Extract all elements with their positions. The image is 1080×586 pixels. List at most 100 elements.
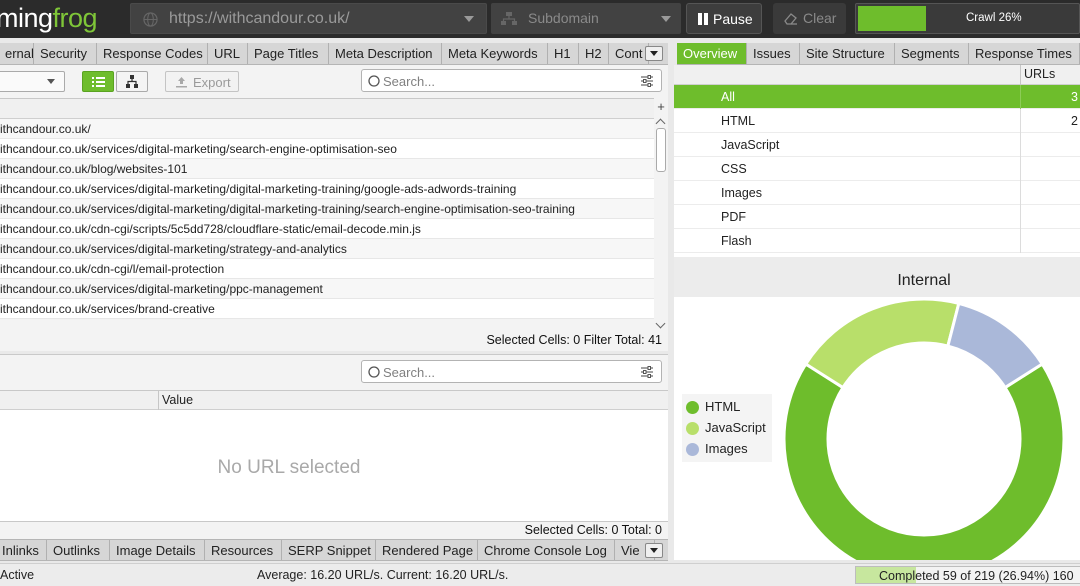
overview-table: URLs All 3 HTML 2 JavaScript CSS Images PDF Flas… <box>674 65 1080 257</box>
overview-row-count: 2 <box>1071 114 1078 128</box>
details-status: Selected Cells: 0 Total: 0 <box>524 523 662 537</box>
details-search-box[interactable] <box>361 360 662 383</box>
table-row[interactable]: ithcandour.co.uk/services/digital-market… <box>0 139 654 159</box>
app-logo: mingfrog <box>0 3 98 33</box>
network-icon <box>501 12 517 25</box>
details-pane: Value No URL selected Selected Cells: 0 … <box>0 354 668 540</box>
column-divider[interactable] <box>1020 65 1021 85</box>
overview-row[interactable]: PDF <box>674 205 1080 229</box>
table-row[interactable]: ithcandour.co.uk/services/digital-market… <box>0 279 654 299</box>
pause-button[interactable]: Pause <box>686 3 762 34</box>
main-tab[interactable]: URL <box>208 43 248 64</box>
overview-row[interactable]: All 3 <box>674 85 1080 109</box>
tree-icon <box>126 75 138 88</box>
details-tab[interactable]: Rendered Page <box>376 540 478 560</box>
overview-row[interactable]: HTML 2 <box>674 109 1080 133</box>
table-row[interactable]: ithcandour.co.uk/services/brand-creative <box>0 299 654 319</box>
column-divider <box>1020 109 1021 133</box>
legend-label: HTML <box>705 399 741 414</box>
crawl-state-text: Active <box>0 568 35 582</box>
clear-button[interactable]: Clear <box>773 3 846 34</box>
chevron-down-icon[interactable] <box>464 16 474 22</box>
details-tab[interactable]: Chrome Console Log <box>478 540 615 560</box>
main-tab[interactable]: Page Titles <box>248 43 329 64</box>
column-divider <box>1020 133 1021 157</box>
clear-label: Clear <box>803 10 837 26</box>
crawl-progress-label: Crawl 26% <box>966 12 1022 24</box>
filter-dropdown[interactable] <box>0 71 65 92</box>
urls-column-header[interactable]: URLs <box>1024 67 1055 81</box>
side-tab[interactable]: Response Times <box>969 43 1080 64</box>
more-tabs-chevron-icon[interactable] <box>645 46 663 61</box>
overview-rows: All 3 HTML 2 JavaScript CSS Images PDF Flash <box>674 85 1080 253</box>
table-row[interactable]: ithcandour.co.uk/services/digital-market… <box>0 199 654 219</box>
table-row[interactable]: ithcandour.co.uk/services/digital-market… <box>0 179 654 199</box>
table-row[interactable]: ithcandour.co.uk/blog/websites-101 <box>0 159 654 179</box>
more-tabs-chevron-icon[interactable] <box>645 543 663 558</box>
url-combobox[interactable] <box>130 3 487 34</box>
tree-view-button[interactable] <box>116 71 148 92</box>
export-button[interactable]: Export <box>165 71 239 92</box>
main-tab[interactable]: Security <box>34 43 97 64</box>
eraser-icon <box>784 13 797 25</box>
table-row[interactable]: ithcandour.co.uk/cdn-cgi/scripts/5c5dd72… <box>0 219 654 239</box>
details-tab[interactable]: SERP Snippet <box>282 540 376 560</box>
vertical-scrollbar[interactable] <box>655 116 667 333</box>
donut-slice-javascript[interactable] <box>803 297 961 390</box>
overview-table-header: URLs <box>674 65 1080 85</box>
side-tab-strip: Overview Issues Site Structure Segments Resp… <box>677 43 1080 65</box>
overview-row[interactable]: CSS <box>674 157 1080 181</box>
filter-options-icon[interactable] <box>641 366 653 378</box>
completion-text: Completed 59 of 219 (26.94%) 160 <box>879 569 1074 583</box>
url-table-header[interactable] <box>0 99 654 119</box>
main-tab[interactable]: Response Codes <box>97 43 208 64</box>
side-tab[interactable]: Segments <box>895 43 969 64</box>
main-tab[interactable]: Cont <box>609 43 649 64</box>
side-tab[interactable]: Overview <box>677 43 747 64</box>
overview-row[interactable]: Flash <box>674 229 1080 253</box>
details-search-input[interactable] <box>383 364 623 380</box>
add-column-icon[interactable]: + <box>655 100 667 114</box>
scroll-up-icon[interactable] <box>655 118 666 129</box>
list-view-button[interactable] <box>82 71 114 92</box>
upload-icon <box>176 77 187 88</box>
empty-state-message: No URL selected <box>217 457 361 478</box>
overview-row[interactable]: Images <box>674 181 1080 205</box>
completion-progress: Completed 59 of 219 (26.94%) 160 <box>855 566 1080 584</box>
main-tab[interactable]: Meta Description <box>329 43 442 64</box>
column-divider <box>1020 229 1021 253</box>
details-tab[interactable]: Inlinks <box>0 540 47 560</box>
url-search-box[interactable] <box>361 69 662 92</box>
details-tab[interactable]: Resources <box>205 540 282 560</box>
overview-row[interactable]: JavaScript <box>674 133 1080 157</box>
table-row[interactable]: ithcandour.co.uk/services/digital-market… <box>0 239 654 259</box>
details-table-header[interactable]: Value <box>0 391 668 410</box>
scrollbar-thumb[interactable] <box>656 128 666 172</box>
main-tab[interactable]: H1 <box>548 43 579 64</box>
crawl-speed-text: Average: 16.20 URL/s. Current: 16.20 URL… <box>257 568 509 582</box>
column-divider <box>1020 157 1021 181</box>
details-tab[interactable]: Outlinks <box>47 540 110 560</box>
crawl-mode-dropdown[interactable]: Subdomain <box>491 3 681 34</box>
side-tab[interactable]: Site Structure <box>800 43 895 64</box>
url-search-input[interactable] <box>383 73 623 89</box>
search-icon <box>368 75 380 87</box>
value-column-header[interactable]: Value <box>162 393 193 407</box>
url-input[interactable] <box>169 9 439 29</box>
legend-swatch <box>686 401 699 414</box>
url-table: ithcandour.co.uk/ithcandour.co.uk/servic… <box>0 98 654 319</box>
donut-slice-html[interactable] <box>782 361 1066 560</box>
main-tab[interactable]: Meta Keywords <box>442 43 548 64</box>
table-row[interactable]: ithcandour.co.uk/cdn-cgi/l/email-protect… <box>0 259 654 279</box>
scroll-down-icon[interactable] <box>655 318 666 329</box>
main-tab[interactable]: H2 <box>579 43 609 64</box>
filter-options-icon[interactable] <box>641 75 653 87</box>
side-tab[interactable]: Issues <box>747 43 800 64</box>
main-tab[interactable]: ernal <box>0 43 34 64</box>
details-tab[interactable]: Image Details <box>110 540 205 560</box>
crawl-progress-fill <box>858 6 927 31</box>
legend-swatch <box>686 443 699 456</box>
table-row[interactable]: ithcandour.co.uk/ <box>0 119 654 139</box>
chevron-down-icon <box>661 16 671 22</box>
column-divider[interactable] <box>158 391 159 410</box>
